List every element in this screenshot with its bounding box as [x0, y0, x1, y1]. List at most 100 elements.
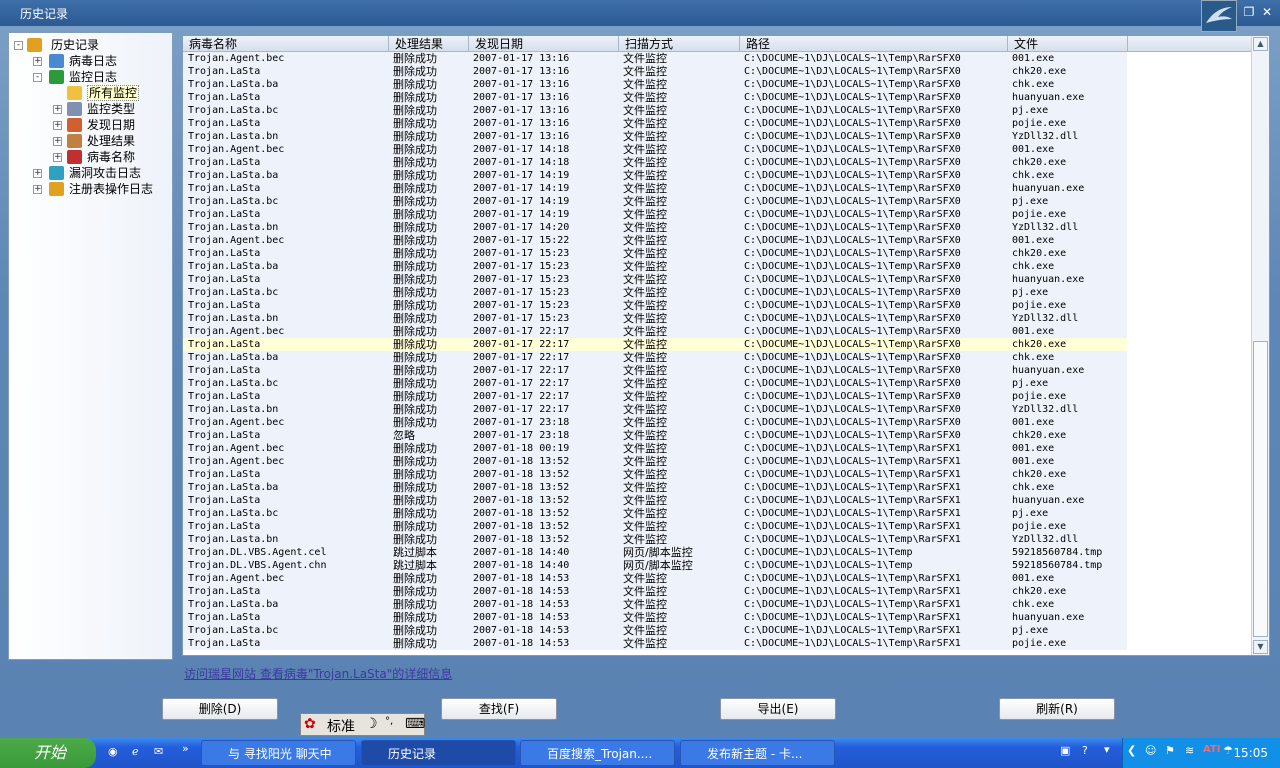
quicklaunch-media-icon[interactable]: ◉ — [108, 745, 118, 758]
tray-help-icon[interactable]: ? — [1082, 744, 1088, 757]
tree-expander[interactable]: + — [53, 121, 62, 130]
column-virus-name[interactable]: 病毒名称 — [183, 36, 389, 52]
table-row[interactable]: Trojan.Agent.bec 删除成功 2007-01-17 22:17 文件监控… — [183, 325, 1127, 338]
table-row[interactable]: Trojan.Agent.bec 删除成功 2007-01-17 13:16 文件监控… — [183, 52, 1127, 65]
quicklaunch-more-icon[interactable]: » — [182, 742, 189, 755]
tree-item[interactable]: 注册表操作日志 — [69, 181, 153, 197]
scroll-up-icon[interactable]: ▲ — [1253, 37, 1268, 51]
column-result[interactable]: 处理结果 — [389, 36, 469, 52]
virus-detail-link[interactable]: 访问瑞星网站 查看病毒"Trojan.LaSta"的详细信息 — [184, 665, 452, 682]
table-row[interactable]: Trojan.LaSta 删除成功 2007-01-18 14:53 文件监控 C:\D… — [183, 611, 1127, 624]
tree-item[interactable]: 漏洞攻击日志 — [69, 165, 141, 181]
tree-item[interactable]: 处理结果 — [87, 133, 135, 149]
start-button[interactable]: 开始 — [0, 738, 96, 768]
table-row[interactable]: Trojan.LaSta 删除成功 2007-01-18 13:52 文件监控 C:\D… — [183, 494, 1127, 507]
tree-item[interactable]: 所有监控 — [87, 85, 140, 101]
table-row[interactable]: Trojan.LaSta 删除成功 2007-01-17 22:17 文件监控 C:\D… — [183, 390, 1127, 403]
table-row[interactable]: Trojan.Agent.bec 删除成功 2007-01-17 14:18 文件监控… — [183, 143, 1127, 156]
tray-wifi-icon[interactable]: ≋ — [1185, 744, 1194, 757]
table-row[interactable]: Trojan.LaSta.ba 删除成功 2007-01-17 13:16 文件监控 C… — [183, 78, 1127, 91]
table-row[interactable]: Trojan.LaSta.ba 删除成功 2007-01-18 14:53 文件监控 C… — [183, 598, 1127, 611]
column-file[interactable]: 文件 — [1008, 36, 1128, 52]
quicklaunch-ie-icon[interactable]: ℯ — [132, 745, 139, 758]
tree-expander[interactable]: + — [33, 57, 42, 66]
table-row[interactable]: Trojan.LaSta 删除成功 2007-01-18 13:52 文件监控 C:\D… — [183, 520, 1127, 533]
table-row[interactable]: Trojan.LaSta 删除成功 2007-01-18 14:53 文件监控 C:\D… — [183, 585, 1127, 598]
tree-item[interactable]: 病毒名称 — [87, 149, 135, 165]
task-forum[interactable]: 发布新主题 - 卡... — [680, 740, 835, 766]
table-row[interactable]: Trojan.LaSta 删除成功 2007-01-17 22:17 文件监控 C:\D… — [183, 364, 1127, 377]
table-row[interactable]: Trojan.LaSta.ba 删除成功 2007-01-17 22:17 文件监控 C… — [183, 351, 1127, 364]
vertical-scrollbar[interactable]: ▲ ▼ — [1251, 36, 1269, 655]
table-row[interactable]: Trojan.Agent.bec 删除成功 2007-01-17 15:22 文件监控… — [183, 234, 1127, 247]
table-row[interactable]: Trojan.DL.VBS.Agent.chn 跳过脚本 2007-01-18 14… — [183, 559, 1127, 572]
table-row[interactable]: Trojan.Lasta.bn 删除成功 2007-01-17 22:17 文件监控 C… — [183, 403, 1127, 416]
column-path[interactable]: 路径 — [740, 36, 1008, 52]
task-baidu[interactable]: 百度搜索_Trojan.... — [520, 740, 675, 766]
restore-icon[interactable]: ❐ — [1240, 4, 1258, 21]
tray-rising-icon[interactable]: ☂ — [1223, 744, 1233, 757]
table-row[interactable]: Trojan.LaSta.ba 删除成功 2007-01-17 15:23 文件监控 C… — [183, 260, 1127, 273]
table-row[interactable]: Trojan.LaSta 删除成功 2007-01-17 13:16 文件监控 C:\D… — [183, 117, 1127, 130]
tree-item[interactable]: 病毒日志 — [69, 53, 117, 69]
table-row[interactable]: Trojan.LaSta.bc 删除成功 2007-01-18 13:52 文件监控 C… — [183, 507, 1127, 520]
scroll-down-icon[interactable]: ▼ — [1253, 640, 1268, 654]
table-row[interactable]: Trojan.LaSta 删除成功 2007-01-17 22:17 文件监控 C:\D… — [183, 338, 1127, 351]
table-row[interactable]: Trojan.LaSta.ba 删除成功 2007-01-18 13:52 文件监控 C… — [183, 481, 1127, 494]
column-date[interactable]: 发现日期 — [469, 36, 619, 52]
ime-logo-icon[interactable]: ✿ — [304, 716, 316, 732]
quicklaunch-outlook-icon[interactable]: ✉ — [154, 745, 163, 758]
close-icon[interactable]: ✕ — [1258, 4, 1276, 21]
table-row[interactable]: Trojan.LaSta 删除成功 2007-01-17 15:23 文件监控 C:\D… — [183, 299, 1127, 312]
table-row[interactable]: Trojan.Lasta.bn 删除成功 2007-01-18 13:52 文件监控 C… — [183, 533, 1127, 546]
table-row[interactable]: Trojan.LaSta 删除成功 2007-01-17 15:23 文件监控 C:\D… — [183, 247, 1127, 260]
tray-network-icon[interactable]: ⚑ — [1165, 744, 1175, 757]
tree-expander[interactable]: - — [33, 73, 42, 82]
punctuation-icon[interactable]: °, — [385, 716, 393, 727]
tray-ime-icon[interactable]: ▣ — [1060, 744, 1070, 757]
keyboard-icon[interactable]: ⌨ — [405, 716, 425, 732]
find-button[interactable]: 查找(F) — [441, 698, 557, 720]
tree-expander[interactable]: + — [33, 185, 42, 194]
table-row[interactable]: Trojan.LaSta 删除成功 2007-01-17 14:19 文件监控 C:\D… — [183, 208, 1127, 221]
column-scan-method[interactable]: 扫描方式 — [619, 36, 740, 52]
table-row[interactable]: Trojan.LaSta 删除成功 2007-01-17 14:19 文件监控 C:\D… — [183, 182, 1127, 195]
tree-expander[interactable]: + — [53, 105, 62, 114]
tray-chevron-icon[interactable]: ▾ — [1104, 743, 1110, 756]
table-row[interactable]: Trojan.LaSta.bc 删除成功 2007-01-17 15:23 文件监控 C… — [183, 286, 1127, 299]
tray-qq-icon[interactable]: ☺ — [1145, 744, 1156, 757]
table-row[interactable]: Trojan.DL.VBS.Agent.cel 跳过脚本 2007-01-18 14… — [183, 546, 1127, 559]
table-row[interactable]: Trojan.LaSta.bc 删除成功 2007-01-18 14:53 文件监控 C… — [183, 624, 1127, 637]
ime-mode[interactable]: 标准 — [327, 716, 355, 736]
delete-button[interactable]: 删除(D) — [162, 698, 278, 720]
table-row[interactable]: Trojan.Agent.bec 删除成功 2007-01-17 23:18 文件监控… — [183, 416, 1127, 429]
task-chat[interactable]: 与 寻找阳光 聊天中 — [201, 740, 356, 766]
tree-item[interactable]: 发现日期 — [87, 117, 135, 133]
table-row[interactable]: Trojan.Lasta.bn 删除成功 2007-01-17 14:20 文件监控 C… — [183, 221, 1127, 234]
tree-expander[interactable]: - — [14, 41, 23, 50]
table-row[interactable]: Trojan.Lasta.bn 删除成功 2007-01-17 13:16 文件监控 C… — [183, 130, 1127, 143]
table-row[interactable]: Trojan.LaSta 删除成功 2007-01-17 15:23 文件监控 C:\D… — [183, 273, 1127, 286]
table-row[interactable]: Trojan.LaSta.bc 删除成功 2007-01-17 14:19 文件监控 C… — [183, 195, 1127, 208]
refresh-button[interactable]: 刷新(R) — [999, 698, 1115, 720]
table-row[interactable]: Trojan.Agent.bec 删除成功 2007-01-18 00:19 文件监控… — [183, 442, 1127, 455]
table-row[interactable]: Trojan.LaSta 删除成功 2007-01-18 13:52 文件监控 C:\D… — [183, 468, 1127, 481]
table-row[interactable]: Trojan.LaSta.bc 删除成功 2007-01-17 22:17 文件监控 C… — [183, 377, 1127, 390]
tray-ati-icon[interactable]: ATI — [1203, 744, 1221, 755]
table-row[interactable]: Trojan.Lasta.bn 删除成功 2007-01-17 15:23 文件监控 C… — [183, 312, 1127, 325]
moon-icon[interactable]: ☽ — [365, 716, 378, 732]
tree-item[interactable]: 监控日志 — [69, 69, 117, 85]
tray-expand-icon[interactable]: ❮ — [1127, 744, 1136, 757]
table-row[interactable]: Trojan.LaSta 删除成功 2007-01-17 14:18 文件监控 C:\D… — [183, 156, 1127, 169]
table-row[interactable]: Trojan.Agent.bec 删除成功 2007-01-18 13:52 文件监控… — [183, 455, 1127, 468]
tree-expander[interactable]: + — [53, 137, 62, 146]
tree-expander[interactable]: + — [33, 169, 42, 178]
table-row[interactable]: Trojan.LaSta 删除成功 2007-01-18 14:53 文件监控 C:\D… — [183, 637, 1127, 650]
table-row[interactable]: Trojan.Agent.bec 删除成功 2007-01-18 14:53 文件监控… — [183, 572, 1127, 585]
ime-toolbar[interactable]: ✿ 标准 ☽ °, ⌨ — [300, 713, 425, 736]
table-row[interactable]: Trojan.LaSta 删除成功 2007-01-17 13:16 文件监控 C:\D… — [183, 91, 1127, 104]
table-row[interactable]: Trojan.LaSta 删除成功 2007-01-17 13:16 文件监控 C:\D… — [183, 65, 1127, 78]
scroll-thumb[interactable] — [1253, 341, 1268, 637]
table-row[interactable]: Trojan.LaSta.bc 删除成功 2007-01-17 13:16 文件监控 C… — [183, 104, 1127, 117]
task-history[interactable]: 历史记录 — [361, 740, 516, 766]
